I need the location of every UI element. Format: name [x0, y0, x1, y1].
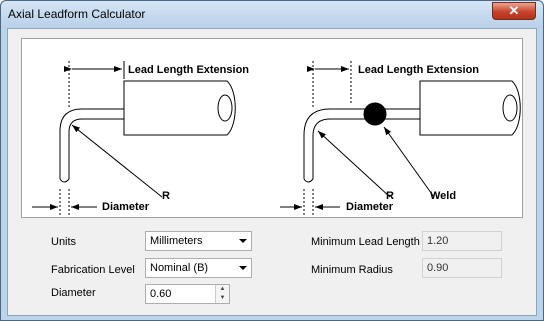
units-dropdown[interactable]: Millimeters — [145, 231, 252, 251]
title-bar[interactable]: Axial Leadform Calculator ✕ — [1, 1, 543, 28]
fabrication-level-dropdown[interactable]: Nominal (B) — [145, 258, 252, 278]
chevron-down-icon — [239, 266, 247, 270]
leadform-illustration: Lead Length Extension R Diameter Lead Le… — [32, 61, 521, 217]
units-value: Millimeters — [150, 235, 203, 247]
spin-down-icon[interactable]: ▼ — [216, 294, 229, 303]
left-diameter-label: Diameter — [102, 201, 150, 213]
spin-up-icon[interactable]: ▲ — [216, 285, 229, 294]
right-drawing — [280, 61, 521, 217]
chevron-down-icon — [239, 239, 247, 243]
left-lead-extension-label: Lead Length Extension — [128, 64, 249, 76]
close-button[interactable]: ✕ — [492, 2, 536, 20]
min-lead-length-field: 1.20 — [422, 231, 502, 251]
right-lead-extension-label: Lead Length Extension — [358, 64, 479, 76]
diameter-label: Diameter — [51, 287, 96, 299]
left-drawing — [32, 61, 236, 217]
leadform-diagram: Lead Length Extension R Diameter Lead Le… — [21, 38, 523, 218]
units-label: Units — [51, 236, 77, 248]
left-r-label: R — [162, 190, 170, 202]
dialog-client-area: Lead Length Extension R Diameter Lead Le… — [7, 28, 537, 316]
close-icon: ✕ — [508, 3, 520, 18]
right-diameter-label: Diameter — [346, 201, 394, 213]
spinner-buttons[interactable]: ▲ ▼ — [215, 285, 229, 303]
diameter-value: 0.60 — [150, 288, 172, 300]
min-radius-label: Minimum Radius — [311, 264, 393, 276]
min-lead-length-label: Minimum Lead Length — [311, 236, 420, 248]
weld-label: Weld — [430, 190, 456, 202]
diameter-spinner[interactable]: 0.60 ▲ ▼ — [145, 284, 230, 304]
window-title: Axial Leadform Calculator — [8, 7, 146, 21]
fabrication-level-value: Nominal (B) — [150, 262, 209, 274]
min-radius-field: 0.90 — [422, 258, 502, 278]
fabrication-level-label: Fabrication Level — [51, 264, 135, 276]
dialog-window: Axial Leadform Calculator ✕ Lead Length … — [0, 0, 544, 321]
min-lead-length-value: 1.20 — [427, 235, 449, 247]
min-radius-value: 0.90 — [427, 262, 449, 274]
